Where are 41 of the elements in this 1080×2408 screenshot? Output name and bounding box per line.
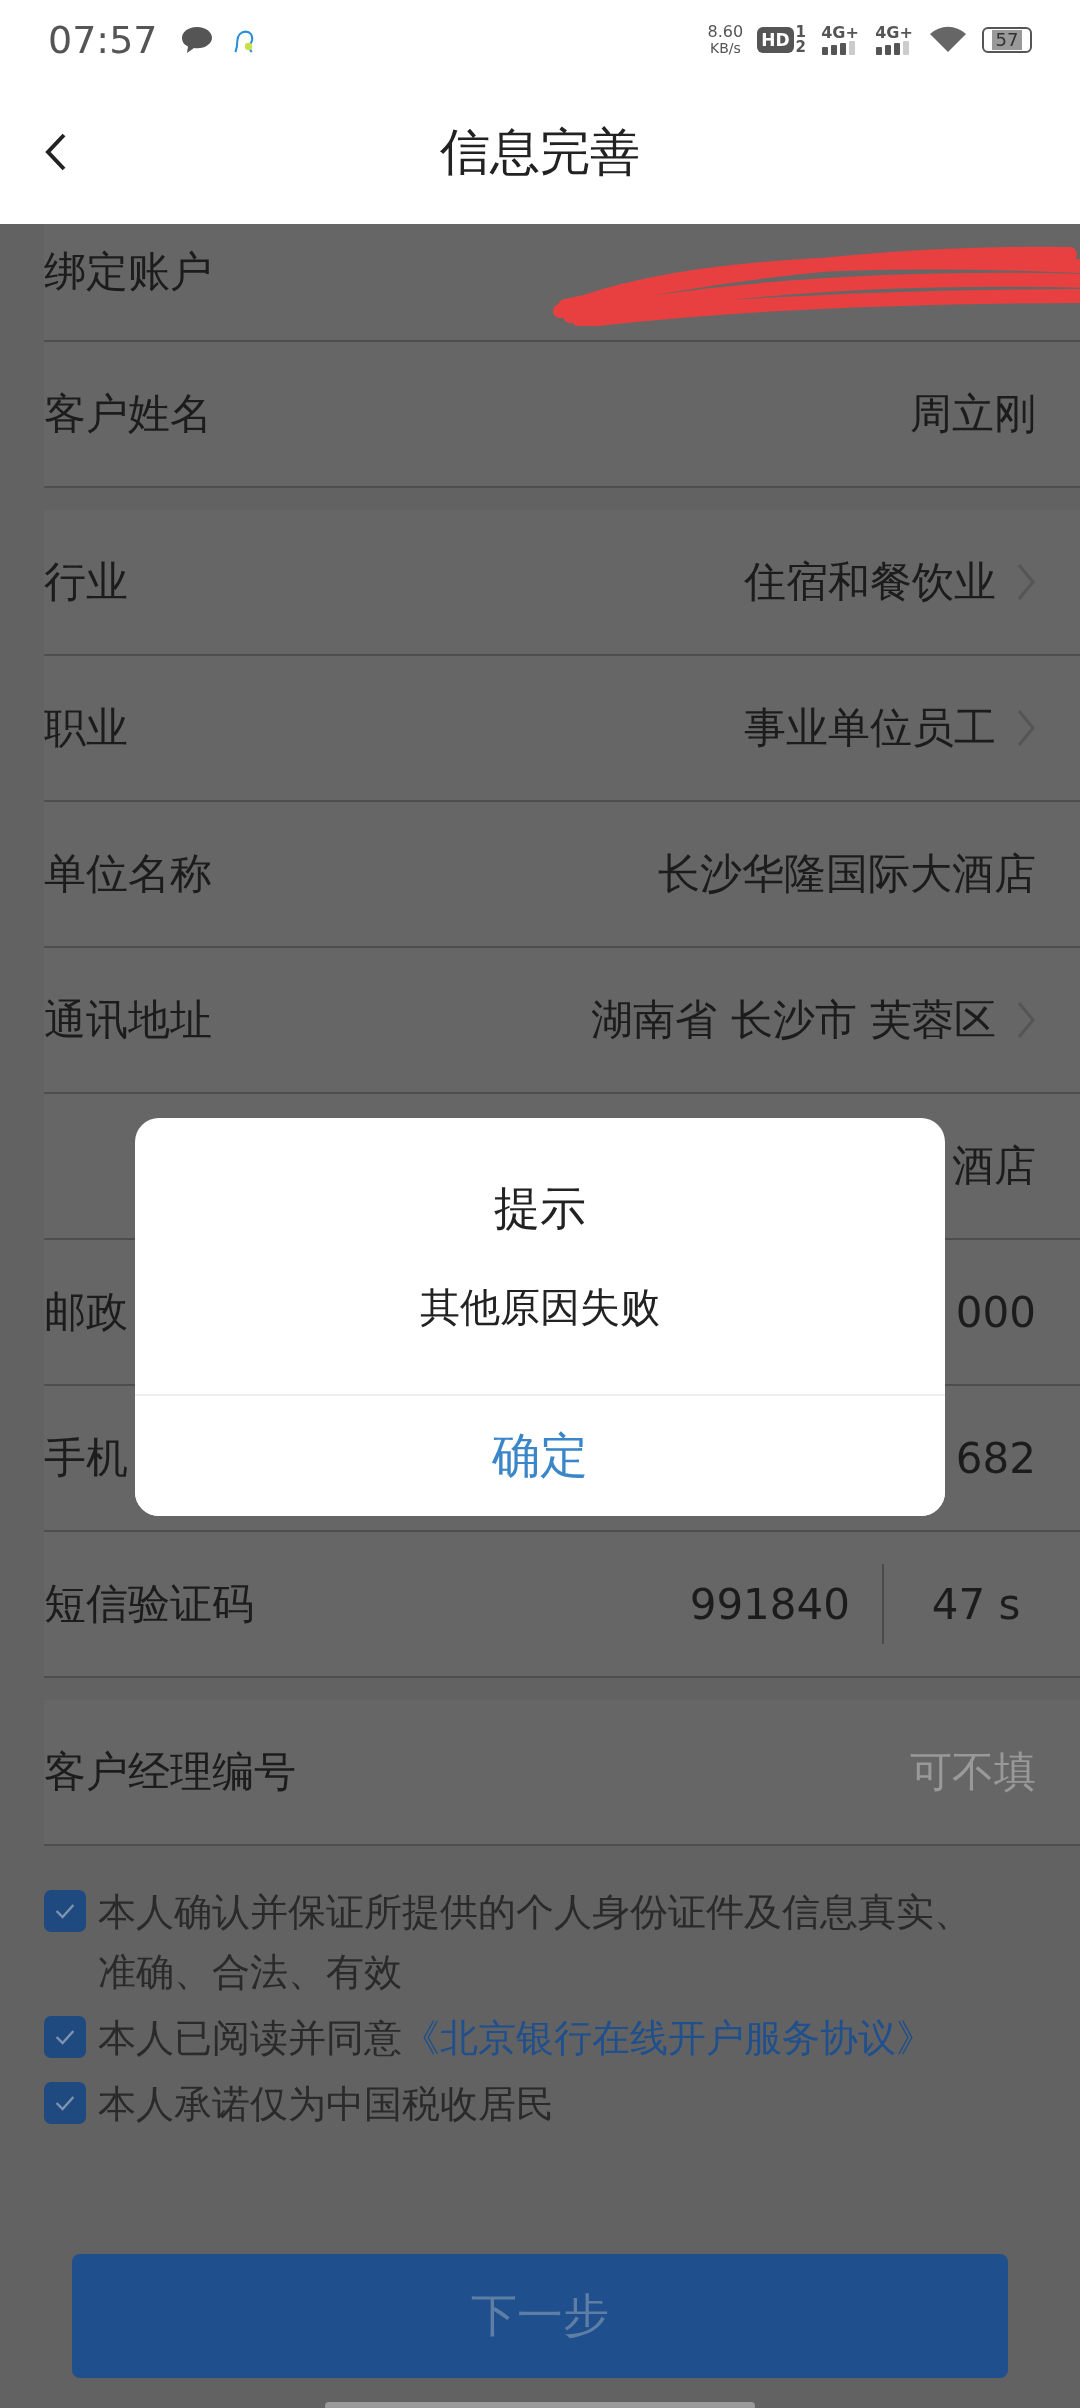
field-value: 682 xyxy=(955,1433,1036,1483)
sim-number: 2 xyxy=(795,40,806,55)
checkbox[interactable] xyxy=(44,2082,86,2124)
field-value: 长沙华隆国际大酒店 xyxy=(658,848,1036,900)
network-speed: 8.60 KB/s xyxy=(707,24,744,56)
field-label: 单位名称 xyxy=(44,848,212,900)
network-type: 4G+ xyxy=(821,25,859,41)
dialog-message: 其他原因失败 xyxy=(420,1283,660,1332)
checkbox[interactable] xyxy=(44,1890,86,1932)
field-label: 行业 xyxy=(44,556,128,608)
countdown-timer: 47 s xyxy=(930,1579,1022,1629)
field-label: 绑定账户 xyxy=(44,246,212,298)
field-label: 手机 xyxy=(44,1432,128,1484)
chat-bubble-icon xyxy=(179,25,214,55)
confirm-button[interactable]: 确定 xyxy=(135,1394,945,1516)
field-value: 事业单位员工 xyxy=(744,702,996,754)
field-label: 邮政 xyxy=(44,1286,128,1338)
field-label: 职业 xyxy=(44,702,128,754)
field-value: 酒店 xyxy=(952,1140,1036,1192)
field-value: 周立刚 xyxy=(910,388,1036,440)
field-value: 湖南省 长沙市 芙蓉区 xyxy=(591,994,996,1046)
network-type: 4G+ xyxy=(875,25,913,41)
back-icon[interactable] xyxy=(44,132,68,172)
battery-icon: 57 xyxy=(982,27,1032,53)
field-label: 客户经理编号 xyxy=(44,1746,296,1798)
hd-badge: HD xyxy=(757,27,794,53)
field-value: 000 xyxy=(955,1287,1036,1337)
field-value: 住宿和餐饮业 xyxy=(744,556,996,608)
sim-number: 1 xyxy=(795,25,806,40)
checkbox[interactable] xyxy=(44,2016,86,2058)
agreement-text: 本人确认并保证所提供的个人身份证件及信息真实、准确、合法、有效 xyxy=(98,1889,973,1996)
agreement-text: 本人承诺仅为中国税收居民 xyxy=(98,2081,554,2128)
field-label: 短信验证码 xyxy=(44,1578,254,1630)
sms-code-field[interactable]: 991840 xyxy=(689,1579,850,1629)
status-time: 07:57 xyxy=(48,18,158,62)
agreement-link[interactable]: 《北京银行在线开户服务协议》 xyxy=(402,2016,934,2060)
field-label: 通讯地址 xyxy=(44,994,212,1046)
page-title: 信息完善 xyxy=(440,121,640,183)
field-label: 客户姓名 xyxy=(44,388,212,440)
agreement-text: 本人已阅读并同意《北京银行在线开户服务协议》 xyxy=(98,2015,934,2062)
dialog-title: 提示 xyxy=(494,1180,586,1237)
